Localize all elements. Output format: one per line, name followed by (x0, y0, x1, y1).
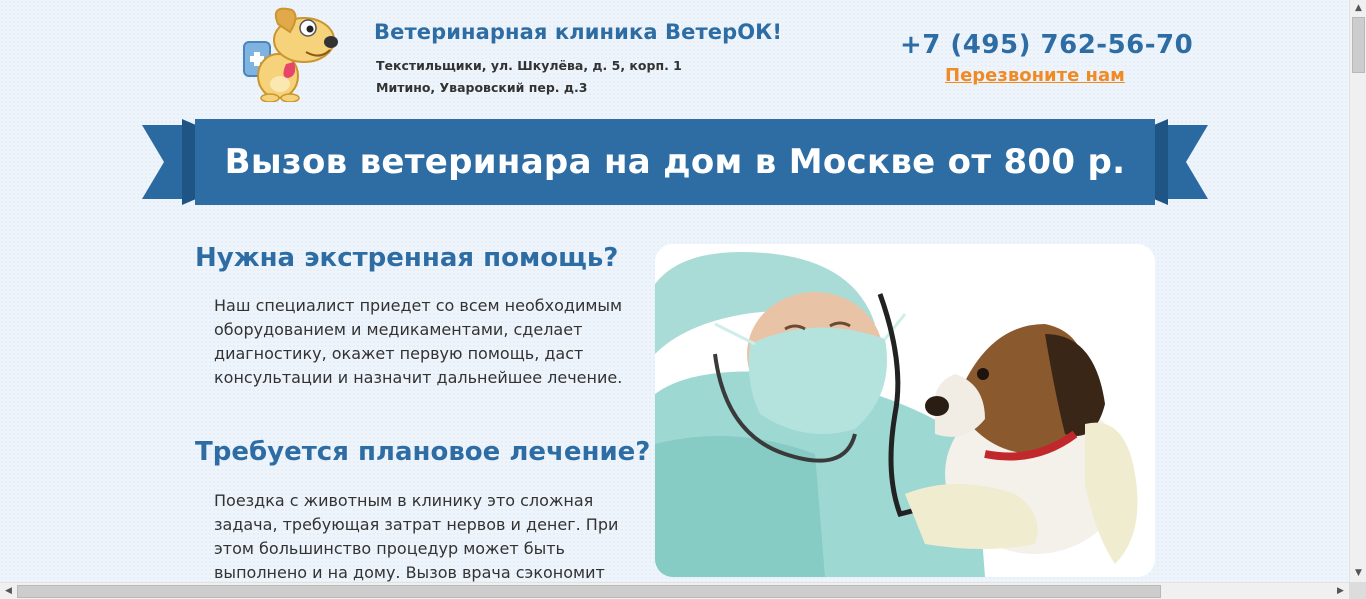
arrow-left-icon[interactable]: ◀ (0, 583, 17, 599)
scrollbar-corner (1349, 582, 1366, 599)
horizontal-scrollbar[interactable]: ◀ ▶ (0, 582, 1349, 599)
vertical-scrollbar[interactable]: ▲ ▼ (1349, 0, 1366, 582)
address-mitino: Митино, Уваровский пер. д.3 (376, 80, 588, 95)
arrow-up-icon[interactable]: ▲ (1350, 0, 1366, 17)
arrow-right-icon[interactable]: ▶ (1332, 583, 1349, 599)
logo-dog-icon[interactable] (238, 4, 344, 102)
horizontal-scroll-thumb[interactable] (17, 585, 1161, 598)
phone-number[interactable]: +7 (495) 762-56-70 (900, 30, 1193, 60)
text-emergency-help: Наш специалист приедет со всем необходим… (214, 296, 623, 387)
vertical-scroll-thumb[interactable] (1352, 17, 1365, 73)
text-planned-treatment: Поездка с животным в клинику это сложная… (214, 491, 619, 582)
clinic-name: Ветеринарная клиника ВетерОК! (374, 20, 783, 44)
page-viewport: Ветеринарная клиника ВетерОК! Текстильщи… (0, 0, 1349, 582)
banner-title: Вызов ветеринара на дом в Москве от 800 … (224, 142, 1126, 182)
heading-emergency-help: Нужна экстренная помощь? (195, 243, 619, 273)
arrow-down-icon[interactable]: ▼ (1350, 565, 1366, 582)
vet-with-dog-photo (655, 244, 1155, 577)
callback-link[interactable]: Перезвоните нам (945, 65, 1125, 86)
heading-planned-treatment: Требуется плановое лечение? (195, 437, 651, 467)
address-textilshchiki: Текстильщики, ул. Шкулёва, д. 5, корп. 1 (376, 58, 682, 73)
